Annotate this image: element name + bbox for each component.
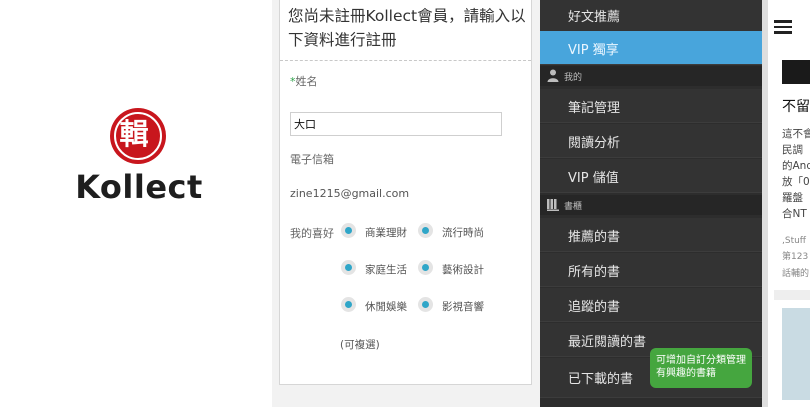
section-label: 我的 — [564, 73, 583, 83]
hamburger-icon[interactable] — [774, 20, 792, 34]
radio-dot — [345, 227, 352, 234]
hamburger-bar — [774, 31, 792, 34]
article-meta-line: ,Stuff — [782, 236, 807, 246]
menu-item-vip-topup[interactable]: VIP 儲值 — [540, 159, 762, 193]
registration-card: 您尚未註冊Kollect會員，請輸入以下資料進行註冊 *姓名 大口 電子信箱 z… — [279, 0, 532, 385]
menu-item-vip[interactable]: VIP 獨享 — [540, 31, 762, 65]
article-text-line: 合NT — [782, 208, 807, 220]
article-banner — [782, 60, 810, 84]
person-icon — [547, 69, 559, 82]
form-title: 您尚未註冊Kollect會員，請輸入以下資料進行註冊 — [288, 7, 526, 49]
radio-dot — [422, 264, 429, 271]
section-header-shelf: 書櫃 — [540, 195, 762, 215]
interest-option-label: 影視音響 — [442, 301, 484, 313]
interest-radio-media[interactable] — [418, 297, 433, 312]
menu-item-notes[interactable]: 筆記管理 — [540, 89, 762, 123]
seal-char: 輯 — [119, 117, 149, 151]
registration-panel: 您尚未註冊Kollect會員，請輸入以下資料進行註冊 *姓名 大口 電子信箱 z… — [272, 0, 540, 407]
interest-radio-business[interactable] — [341, 223, 356, 238]
article-text-line: 羅盤 — [782, 192, 803, 204]
article-text-line: 民調 — [782, 144, 803, 156]
interest-option-label: 休閒娛樂 — [365, 301, 407, 313]
menu-item-label: 最近閱讀的書 — [568, 335, 647, 350]
brand-wordmark: Kollect — [75, 168, 203, 206]
interest-radio-art[interactable] — [418, 260, 433, 275]
article-panel: 不留 這不會 民調 的And 放「00 羅盤 合NT ,Stuff 第123 話… — [762, 0, 810, 407]
name-label-text: 姓名 — [295, 75, 318, 88]
menu-item-label: VIP 儲值 — [568, 171, 619, 186]
radio-dot — [422, 301, 429, 308]
hamburger-bar — [774, 20, 792, 23]
article-text-line: 的And — [782, 160, 810, 172]
logo-panel: 輯 Kollect — [0, 0, 272, 407]
menu-item-label: 好文推薦 — [568, 10, 621, 25]
email-label: 電子信箱 — [290, 153, 334, 166]
interest-option-label: 流行時尚 — [442, 227, 484, 239]
article-thumbnail[interactable] — [782, 308, 810, 400]
article-footer-meta: 話輔的 — [782, 269, 810, 279]
menu-item-label: 筆記管理 — [568, 101, 621, 116]
custom-category-tooltip: 可增加自訂分類管理有興趣的書籍 — [650, 348, 752, 388]
name-label: *姓名 — [290, 73, 318, 89]
section-label: 書櫃 — [564, 202, 583, 212]
menu-item-followed-books[interactable]: 追蹤的書 — [540, 288, 762, 322]
interest-radio-family[interactable] — [341, 260, 356, 275]
menu-item-all-books[interactable]: 所有的書 — [540, 253, 762, 287]
menu-item-label: 已下載的書 — [568, 372, 634, 387]
interest-option-label: 家庭生活 — [365, 264, 407, 276]
menu-item-recommended-books[interactable]: 推薦的書 — [540, 218, 762, 252]
panel-edge — [762, 0, 768, 407]
radio-dot — [345, 301, 352, 308]
name-field[interactable]: 大口 — [290, 112, 502, 136]
article-text-line: 放「00 — [782, 176, 810, 188]
dashed-divider — [280, 60, 531, 61]
section-header-mine: 我的 — [540, 66, 762, 86]
menu-item-reading-analysis[interactable]: 閱讀分析 — [540, 124, 762, 158]
interest-radio-leisure[interactable] — [341, 297, 356, 312]
menu-item-label: 所有的書 — [568, 265, 621, 280]
article-separator — [774, 290, 810, 300]
interest-option-label: 商業理財 — [365, 227, 407, 239]
kollect-seal-logo: 輯 — [110, 108, 166, 164]
multi-select-note: (可複選) — [340, 339, 380, 351]
interest-radio-fashion[interactable] — [418, 223, 433, 238]
article-text-line: 這不會 — [782, 128, 810, 140]
article-title[interactable]: 不留 — [782, 96, 810, 116]
interest-option-label: 藝術設計 — [442, 264, 484, 276]
side-menu-panel: 好文推薦 VIP 獨享 我的 筆記管理 閱讀分析 VIP 儲值 書櫃 推薦的書 … — [540, 0, 762, 407]
radio-dot — [422, 227, 429, 234]
bookshelf-icon — [547, 199, 559, 211]
menu-item-label: VIP 獨享 — [568, 43, 619, 58]
article-meta-line: 第123 — [782, 252, 809, 262]
menu-item-featured[interactable]: 好文推薦 — [540, 0, 762, 32]
menu-item-label: 推薦的書 — [568, 230, 621, 245]
radio-dot — [345, 264, 352, 271]
interests-label: 我的喜好 — [290, 227, 334, 240]
menu-item-label: 追蹤的書 — [568, 300, 621, 315]
menu-item-label: 閱讀分析 — [568, 136, 621, 151]
email-field[interactable]: zine1215@gmail.com — [290, 187, 409, 200]
hamburger-bar — [774, 25, 792, 28]
